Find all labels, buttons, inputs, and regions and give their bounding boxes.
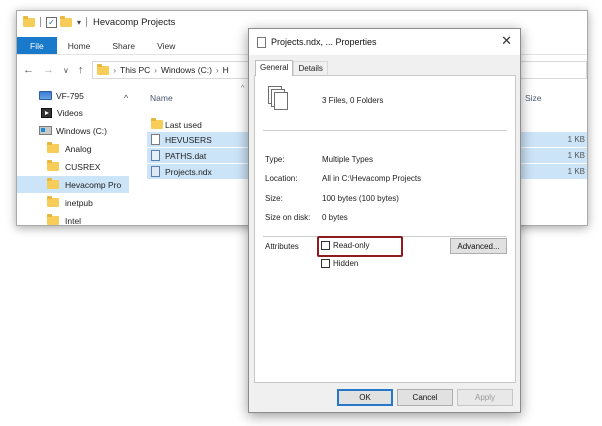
sidebar-item-analog[interactable]: Analog: [17, 140, 129, 157]
dialog-title: Projects.ndx, ... Properties: [271, 37, 377, 47]
tab-details[interactable]: Details: [293, 61, 328, 75]
ok-button[interactable]: OK: [337, 389, 393, 406]
size-value: 100 bytes (100 bytes): [322, 194, 399, 203]
tab-view[interactable]: View: [146, 37, 186, 54]
size-label: Size:: [265, 194, 283, 203]
general-panel: 3 Files, 0 Folders Type: Multiple Types …: [254, 75, 516, 383]
new-folder-icon[interactable]: [60, 15, 72, 27]
sidebar-item-windows-c[interactable]: Windows (C:): [17, 122, 129, 139]
folder-icon: [97, 63, 110, 75]
dialog-title-bar[interactable]: Projects.ndx, ... Properties ✕: [249, 29, 520, 55]
sidebar-item-label: Windows (C:): [56, 125, 108, 136]
forward-arrow-icon[interactable]: →: [43, 64, 54, 76]
sidebar-item-hevacomp[interactable]: Hevacomp Pro: [17, 176, 129, 193]
sidebar-item-inetpub[interactable]: inetpub: [17, 194, 129, 211]
sidebar-item-label: Hevacomp Pro: [65, 179, 122, 190]
sidebar-item-vf-795[interactable]: VF-795: [17, 87, 129, 104]
sidebar-item-intel[interactable]: Intel: [17, 212, 129, 226]
tab-share[interactable]: Share: [101, 37, 146, 54]
toolbar-separator: [40, 17, 41, 27]
dat-file-icon: [151, 150, 160, 161]
toolbar-separator: [86, 17, 88, 27]
folder-icon: [47, 214, 59, 225]
breadcrumb-this-pc[interactable]: This PC: [120, 65, 150, 75]
location-value: All in C:\Hevacomp Projects: [322, 174, 422, 183]
folder-icon: [47, 160, 59, 171]
sidebar-item-label: inetpub: [65, 197, 93, 208]
properties-check-icon[interactable]: ✓: [46, 16, 57, 28]
properties-dialog: Projects.ndx, ... Properties ✕ General D…: [248, 28, 521, 413]
multiple-files-icon: [268, 86, 290, 114]
back-arrow-icon[interactable]: ←: [23, 64, 34, 76]
hidden-checkbox[interactable]: Hidden: [321, 259, 358, 268]
windows-drive-icon: [39, 126, 52, 135]
divider: [263, 130, 507, 131]
file-size: 1 KB: [567, 167, 585, 176]
quick-access-toolbar: ✓ ▾: [23, 15, 89, 28]
network-drive-icon: [39, 91, 52, 100]
sidebar-item-label: VF-795: [56, 90, 84, 101]
sort-ascending-icon: ^: [241, 85, 245, 92]
file-size: 1 KB: [567, 135, 585, 144]
breadcrumb-chevron-icon[interactable]: ›: [154, 66, 157, 75]
properties-icon: [257, 36, 271, 53]
column-header-name[interactable]: Name: [150, 93, 173, 103]
file-size: 1 KB: [567, 151, 585, 160]
readonly-label: Read-only: [333, 241, 370, 250]
tab-file[interactable]: File: [17, 37, 57, 54]
file-name: PATHS.dat: [165, 150, 207, 161]
document-icon: [151, 134, 160, 145]
apply-button[interactable]: Apply: [457, 389, 513, 406]
cancel-button[interactable]: Cancel: [397, 389, 453, 406]
folder-icon: [151, 118, 163, 129]
sidebar-item-videos[interactable]: Videos: [17, 104, 129, 121]
type-label: Type:: [265, 155, 285, 164]
sidebar-item-label: CUSREX: [65, 161, 101, 172]
advanced-button[interactable]: Advanced...: [450, 238, 507, 254]
attributes-label: Attributes: [265, 242, 299, 251]
type-value: Multiple Types: [322, 155, 373, 164]
column-header-size[interactable]: Size: [525, 93, 542, 103]
tab-general[interactable]: General: [255, 60, 294, 76]
checkbox-unchecked-icon[interactable]: [321, 259, 330, 268]
videos-icon: [41, 107, 52, 118]
explorer-title: Hevacomp Projects: [93, 16, 176, 28]
size-on-disk-label: Size on disk:: [265, 213, 311, 222]
checkbox-unchecked-icon[interactable]: [321, 241, 330, 250]
file-name: Last used: [165, 119, 202, 130]
location-label: Location:: [265, 174, 298, 183]
file-name: Projects.ndx: [165, 166, 212, 177]
sidebar-item-cusrex[interactable]: CUSREX: [17, 158, 129, 175]
sidebar-item-label: Analog: [65, 143, 92, 154]
folder-icon: [47, 142, 59, 153]
folder-icon[interactable]: [23, 15, 35, 27]
breadcrumb-windows-c[interactable]: Windows (C:): [161, 65, 212, 75]
tab-home[interactable]: Home: [57, 37, 102, 54]
dialog-tabs: General Details: [255, 60, 328, 76]
folder-icon: [47, 196, 59, 207]
breadcrumb-chevron-icon[interactable]: ›: [216, 66, 219, 75]
customize-dropdown-icon[interactable]: ▾: [77, 18, 81, 27]
file-name: HEVUSERS: [165, 134, 212, 145]
recent-locations-chevron-icon[interactable]: ∨: [63, 66, 69, 75]
ndx-file-icon: [151, 166, 160, 177]
selection-summary: 3 Files, 0 Folders: [322, 96, 384, 105]
up-arrow-icon[interactable]: ↑: [78, 64, 84, 76]
folder-icon: [47, 178, 59, 189]
close-icon[interactable]: ✕: [501, 34, 512, 48]
sidebar-item-label: Intel: [65, 215, 82, 226]
breadcrumb-hevacomp[interactable]: H: [223, 65, 229, 75]
size-on-disk-value: 0 bytes: [322, 213, 348, 222]
breadcrumb-chevron-icon[interactable]: ›: [113, 66, 116, 75]
hidden-label: Hidden: [333, 259, 359, 268]
sidebar-item-label: Videos: [57, 107, 83, 118]
readonly-checkbox[interactable]: Read-only: [321, 241, 369, 250]
navigation-pane: ^ VF-795 Videos Windows (C:) Analog CUSR…: [17, 85, 129, 225]
